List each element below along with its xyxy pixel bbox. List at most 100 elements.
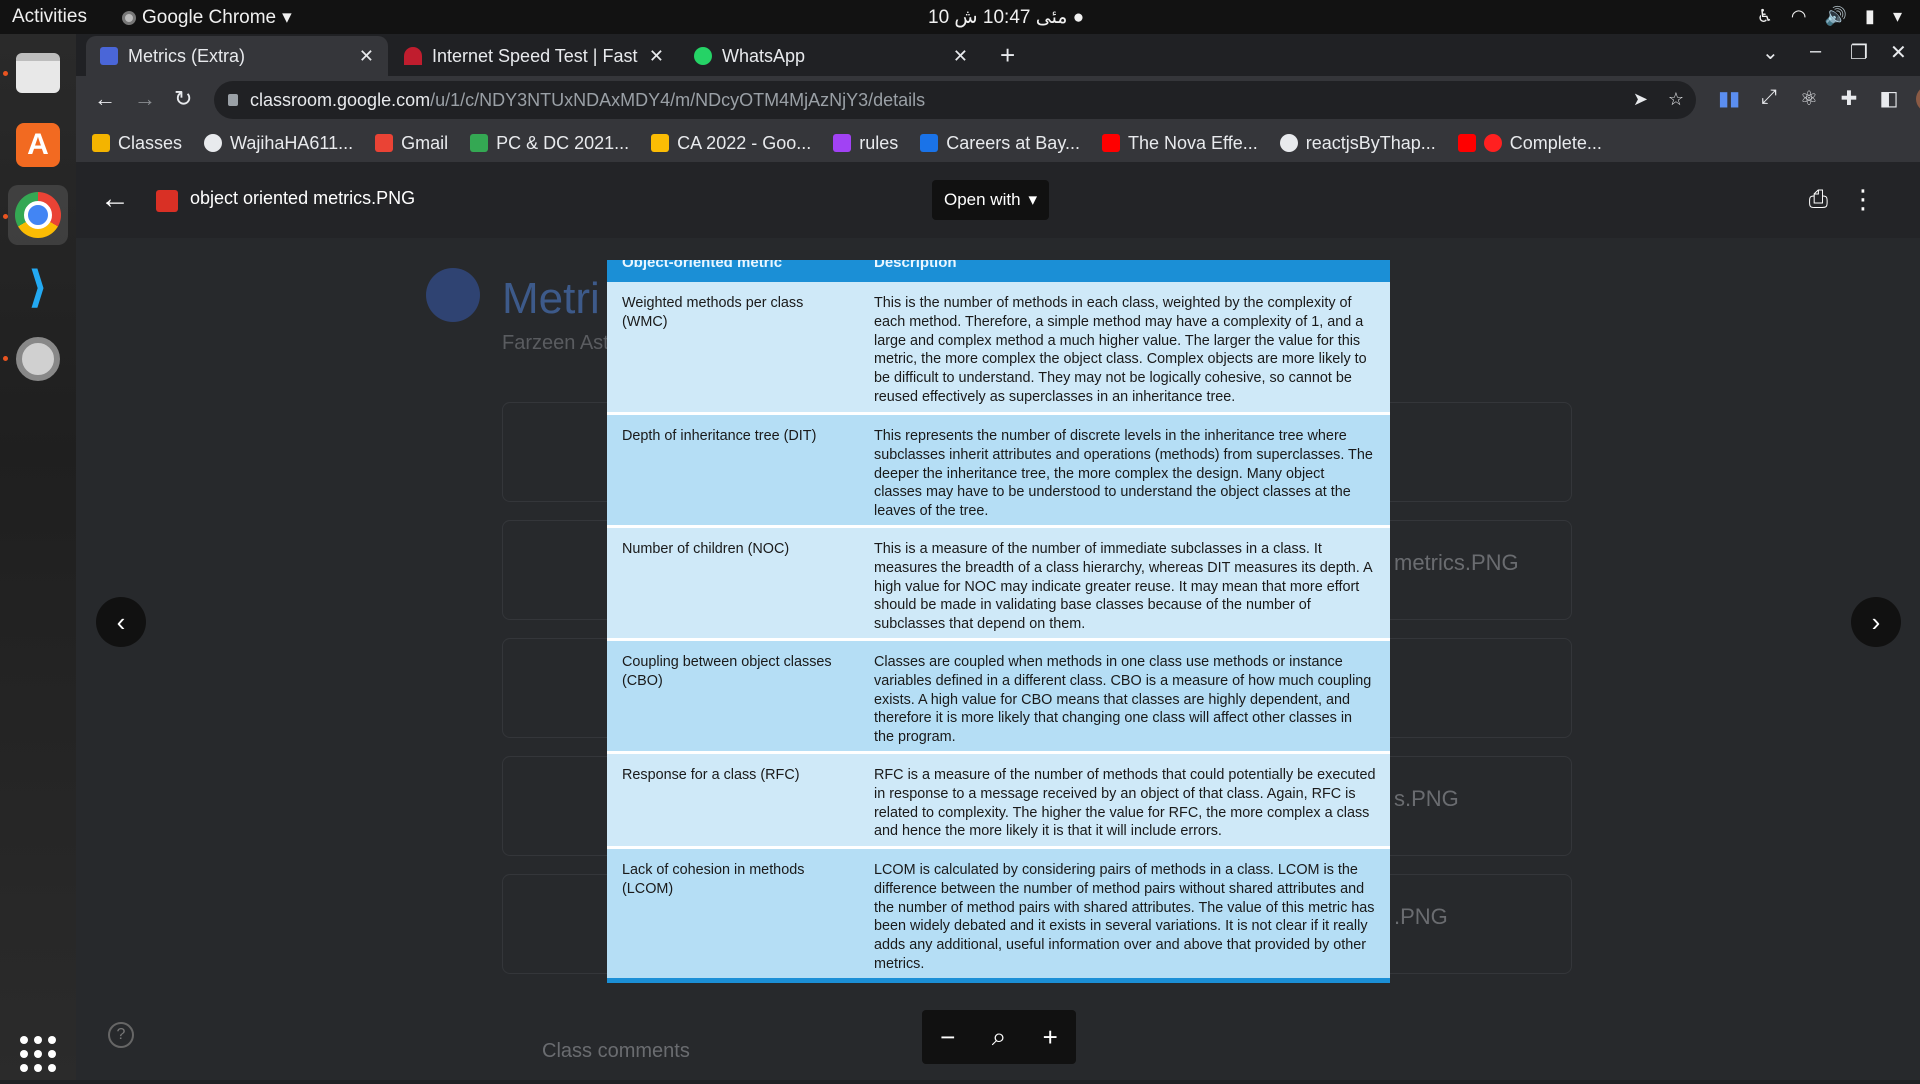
back-arrow-icon[interactable]: ← <box>94 86 116 112</box>
dock-settings[interactable] <box>8 329 68 389</box>
react-devtools-icon[interactable]: ⚛ <box>1796 86 1822 112</box>
bookmark-reactjs[interactable]: reactjsByThap... <box>1279 133 1436 154</box>
zoom-in-icon[interactable]: + <box>1043 1022 1058 1053</box>
power-menu-icon[interactable]: ▾ <box>1893 6 1902 27</box>
address-bar[interactable]: classroom.google.com/u/1/c/NDY3NTUxNDAxM… <box>214 81 1696 119</box>
dock-vscode[interactable]: ⟩ <box>8 257 68 317</box>
chevron-left-icon: ‹ <box>116 606 126 637</box>
system-tray[interactable]: ♿ ◠ 🔊 ▮ ▾ <box>1757 6 1902 27</box>
dropdown-arrow-icon: ▾ <box>1028 190 1038 209</box>
assignment-author: Farzeen Ast <box>502 332 609 354</box>
metric-name: Response for a class (RFC) <box>622 767 800 783</box>
volume-icon[interactable]: 🔊 <box>1825 6 1847 27</box>
next-file-button[interactable]: › <box>1851 597 1901 647</box>
table-row: Depth of inheritance tree (DIT) This rep… <box>607 415 1390 528</box>
show-apps-button[interactable] <box>8 1024 68 1084</box>
github-icon <box>1279 134 1298 152</box>
dock-chrome[interactable] <box>8 185 68 245</box>
metric-name: Coupling between object classes (CBO) <box>622 654 832 689</box>
table-row: Weighted methods per class (WMC) This is… <box>607 282 1390 415</box>
dock-software[interactable]: A <box>8 115 68 175</box>
close-icon[interactable]: ✕ <box>953 46 968 67</box>
profile-avatar[interactable] <box>1916 86 1920 112</box>
extensions-puzzle-icon[interactable]: ✚ <box>1836 86 1862 112</box>
vscode-icon: ⟩ <box>27 262 49 312</box>
bookmark-complete[interactable]: Complete... <box>1457 133 1602 154</box>
chrome-small-icon <box>122 10 136 25</box>
restore-icon[interactable]: ❐ <box>1850 40 1868 65</box>
whatsapp-icon <box>694 47 712 65</box>
attachment-name: metrics.PNG <box>1394 550 1519 575</box>
accessibility-icon[interactable]: ♿ <box>1757 6 1773 27</box>
tab-strip: Metrics (Extra) ✕ Internet Speed Test | … <box>76 34 1920 76</box>
tab-search-icon[interactable]: ⌄ <box>1762 40 1779 65</box>
new-tab-button[interactable]: + <box>1000 40 1015 71</box>
metric-description: This is a measure of the number of immed… <box>874 541 1372 633</box>
zoom-out-icon[interactable]: − <box>940 1022 955 1053</box>
chevron-down-icon: ▾ <box>282 7 292 28</box>
assignment-icon <box>426 268 480 322</box>
metric-name: Lack of cohesion in methods (LCOM) <box>622 862 805 897</box>
google-drive-icon <box>470 134 489 152</box>
bookmark-ca-2022[interactable]: CA 2022 - Goo... <box>651 133 811 154</box>
back-arrow-icon[interactable]: ← <box>100 182 130 216</box>
table-bottom-border <box>607 978 1390 983</box>
bookmark-careers[interactable]: Careers at Bay... <box>920 133 1080 154</box>
metric-description: Classes are coupled when methods in one … <box>874 654 1372 746</box>
tab-speed-test[interactable]: Internet Speed Test | Fast ✕ <box>390 36 678 76</box>
side-panel-icon[interactable]: ◧ <box>1876 86 1902 112</box>
zoom-controls: − ⌕ + <box>922 1010 1076 1064</box>
bookmark-pc-dc[interactable]: PC & DC 2021... <box>470 133 629 154</box>
more-options-icon[interactable]: ⋮ <box>1850 184 1876 215</box>
tab-whatsapp[interactable]: WhatsApp ✕ <box>680 36 982 76</box>
help-icon[interactable]: ? <box>108 1022 134 1048</box>
close-icon[interactable]: ✕ <box>359 46 374 67</box>
clock[interactable]: 10 مئى 10:47 ش ● <box>928 6 1084 29</box>
close-window-icon[interactable]: ✕ <box>1890 40 1907 65</box>
metric-description: RFC is a measure of the number of method… <box>874 767 1376 840</box>
app-menu[interactable]: Google Chrome ▾ <box>122 6 292 29</box>
assignment-title: Metri <box>502 274 600 323</box>
open-with-button[interactable]: Open with ▾ <box>932 180 1050 220</box>
dock-files[interactable] <box>8 43 68 103</box>
bookmark-classes[interactable]: Classes <box>92 133 182 154</box>
bookmark-gmail[interactable]: Gmail <box>375 133 448 154</box>
chrome-icon <box>15 192 61 238</box>
speedometer-icon <box>404 47 422 65</box>
wifi-icon[interactable]: ◠ <box>1791 6 1807 27</box>
class-comments: Class comments <box>542 1040 690 1062</box>
bookmark-star-icon[interactable]: ☆ <box>1668 89 1684 110</box>
table-row: Number of children (NOC) This is a measu… <box>607 528 1390 641</box>
battery-icon[interactable]: ▮ <box>1865 6 1875 27</box>
close-icon[interactable]: ✕ <box>649 46 664 67</box>
metric-name: Depth of inheritance tree (DIT) <box>622 428 817 444</box>
bookmark-github-wajiha[interactable]: WajihaHA611... <box>204 133 353 154</box>
table-row: Lack of cohesion in methods (LCOM) LCOM … <box>607 849 1390 983</box>
previous-file-button[interactable]: ‹ <box>96 597 146 647</box>
attachment-name: s.PNG <box>1394 786 1459 811</box>
reload-icon[interactable]: ↻ <box>174 86 192 112</box>
send-tab-icon[interactable]: ➤ <box>1633 89 1648 110</box>
metric-name: Weighted methods per class (WMC) <box>622 295 804 330</box>
metric-description: This represents the number of discrete l… <box>874 428 1373 520</box>
forward-arrow-icon[interactable]: → <box>134 86 156 112</box>
header-metric: Object-oriented metric <box>622 260 783 271</box>
minimize-icon[interactable]: – <box>1810 40 1821 63</box>
bayt-icon <box>920 134 939 152</box>
image-preview: Object-oriented metric Description Weigh… <box>607 260 1390 983</box>
bookmark-nova[interactable]: The Nova Effe... <box>1101 133 1258 154</box>
print-icon[interactable]: ⎙ <box>1809 186 1828 214</box>
app-grid-icon <box>20 1036 56 1072</box>
rules-icon <box>833 134 852 152</box>
extension-chart-icon[interactable]: ▮▮ <box>1716 86 1742 112</box>
bookmark-rules[interactable]: rules <box>833 133 898 154</box>
tab-metrics[interactable]: Metrics (Extra) ✕ <box>86 36 388 76</box>
header-description: Description <box>874 260 957 271</box>
attachment-name: .PNG <box>1394 904 1448 929</box>
fullscreen-extension-icon[interactable]: ⤢ <box>1756 86 1782 112</box>
activities-button[interactable]: Activities <box>12 6 87 28</box>
file-name: object oriented metrics.PNG <box>190 188 416 208</box>
zoom-search-icon[interactable]: ⌕ <box>992 1021 1007 1053</box>
app-name: Google Chrome <box>142 6 277 28</box>
lock-icon[interactable] <box>228 94 238 106</box>
